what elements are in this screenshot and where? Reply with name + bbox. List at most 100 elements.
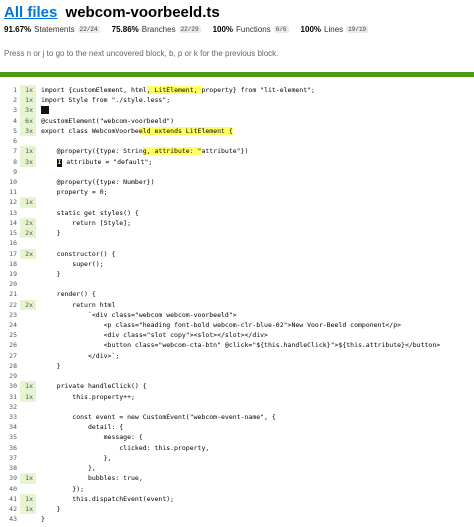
hit-count — [20, 442, 36, 453]
line-number[interactable]: 20 — [0, 279, 20, 289]
line-source: const event = new CustomEvent("webcom-ev… — [36, 412, 474, 422]
line-number[interactable]: 3 — [0, 105, 20, 115]
hit-count: 2x — [20, 299, 36, 310]
line-number[interactable]: 30 — [0, 381, 20, 391]
line-source: <button class="webcom-cta-btn" @click="$… — [36, 340, 474, 350]
line-number[interactable]: 12 — [0, 197, 20, 207]
code-line: 29 — [0, 371, 474, 382]
line-source — [36, 279, 474, 289]
hit-count: 1x — [20, 381, 36, 392]
hit-count: 3x — [20, 125, 36, 137]
line-number[interactable]: 32 — [0, 402, 20, 412]
hit-count — [20, 422, 36, 433]
line-number[interactable]: 35 — [0, 432, 20, 442]
coverage-summary: 91.67% Statements 22/24 75.86% Branches … — [4, 25, 470, 34]
line-number[interactable]: 43 — [0, 514, 20, 524]
line-number[interactable]: 41 — [0, 494, 20, 504]
code-line: 41 1x this.dispatchEvent(event); — [0, 493, 474, 504]
line-number[interactable]: 14 — [0, 218, 20, 228]
line-number[interactable]: 8 — [0, 157, 20, 167]
line-source — [36, 167, 474, 177]
stat-fraction: 22/29 — [178, 26, 201, 33]
line-source: @property({type: String, attribute: "att… — [36, 146, 474, 156]
line-number[interactable]: 29 — [0, 371, 20, 381]
code-line: 6 — [0, 136, 474, 147]
code-text: attribute = "default"; — [62, 157, 153, 166]
code-line: 37 }, — [0, 452, 474, 464]
line-number[interactable]: 6 — [0, 136, 20, 146]
line-source — [36, 197, 474, 207]
line-number[interactable]: 40 — [0, 484, 20, 494]
code-text: }, — [41, 464, 96, 473]
line-source: bubbles: true, — [36, 473, 474, 483]
code-text: import {customElement, html — [41, 86, 147, 94]
code-line: 8 3x I attribute = "default"; — [0, 156, 474, 167]
keyboard-hint: Press n or j to go to the next uncovered… — [4, 49, 279, 58]
line-number[interactable]: 39 — [0, 473, 20, 483]
line-number[interactable]: 13 — [0, 208, 20, 218]
all-files-link[interactable]: All files — [4, 4, 57, 21]
code-line: 28 } — [0, 360, 474, 372]
line-number[interactable]: 10 — [0, 177, 20, 187]
code-line: 15 2x } — [0, 228, 474, 239]
hit-count: 1x — [20, 95, 36, 106]
line-source: } — [36, 361, 474, 371]
line-number[interactable]: 7 — [0, 146, 20, 156]
code-line: 2 1x import Style from "./style.less"; — [0, 95, 474, 106]
line-number[interactable]: 11 — [0, 187, 20, 197]
code-line: 32 — [0, 401, 474, 412]
code-line: 7 1x @property({type: String, attribute: … — [0, 146, 474, 157]
line-number[interactable]: 42 — [0, 504, 20, 514]
code-text: render() { — [41, 290, 96, 299]
line-number[interactable]: 5 — [0, 126, 20, 136]
line-number[interactable]: 27 — [0, 351, 20, 361]
line-number[interactable]: 2 — [0, 95, 20, 105]
line-number[interactable]: 22 — [0, 300, 20, 310]
line-number[interactable]: 17 — [0, 249, 20, 259]
line-number[interactable]: 16 — [0, 238, 20, 248]
line-number[interactable]: 34 — [0, 422, 20, 432]
line-number[interactable]: 21 — [0, 289, 20, 299]
line-source: import Style from "./style.less"; — [36, 95, 474, 105]
line-number[interactable]: 33 — [0, 412, 20, 422]
line-number[interactable]: 23 — [0, 310, 20, 320]
hit-count — [20, 187, 36, 198]
hit-count — [20, 289, 36, 300]
line-number[interactable]: 36 — [0, 443, 20, 453]
code-line: 25 <div class="slot copy"><slot></slot><… — [0, 330, 474, 341]
line-source: } — [36, 514, 474, 524]
hit-count: 3x — [20, 105, 36, 116]
line-number[interactable]: 9 — [0, 167, 20, 177]
line-number[interactable]: 28 — [0, 361, 20, 371]
code-line: 30 1x private handleClick() { — [0, 381, 474, 392]
line-source: render() { — [36, 289, 474, 299]
code-line: 42 1x } — [0, 503, 474, 515]
line-number[interactable]: 19 — [0, 269, 20, 279]
line-number[interactable]: 18 — [0, 259, 20, 269]
line-source: import {customElement, html, LitElement,… — [36, 85, 474, 95]
line-number[interactable]: 24 — [0, 320, 20, 330]
line-number[interactable]: 37 — [0, 453, 20, 463]
stat-fraction: 19/19 — [346, 26, 369, 33]
hit-count: 1x — [20, 391, 36, 402]
hit-count: 2x — [20, 228, 36, 239]
stat-percent: 91.67% — [4, 25, 32, 34]
code-line: 1 1x import {customElement, html, LitEleme… — [0, 85, 474, 96]
hit-count — [20, 279, 36, 290]
code-text: `<div class="webcom webcom-voorbeeld"> — [41, 310, 237, 319]
line-number[interactable]: 26 — [0, 340, 20, 350]
code-text: } — [41, 361, 61, 370]
line-number[interactable]: 1 — [0, 85, 20, 95]
line-number[interactable]: 25 — [0, 330, 20, 340]
line-number[interactable]: 4 — [0, 116, 20, 126]
line-number[interactable]: 38 — [0, 463, 20, 473]
code-line: 17 2x constructor() { — [0, 248, 474, 259]
code-text: static get styles() { — [41, 208, 139, 217]
line-number[interactable]: 31 — [0, 392, 20, 402]
code-line: 4 6x @customElement("webcom-voorbeeld") — [0, 115, 474, 126]
statements-stat: 91.67% Statements 22/24 — [4, 25, 100, 34]
line-source — [36, 136, 474, 146]
code-text: const event = new CustomEvent("webcom-ev… — [41, 413, 276, 421]
line-number[interactable]: 15 — [0, 228, 20, 238]
